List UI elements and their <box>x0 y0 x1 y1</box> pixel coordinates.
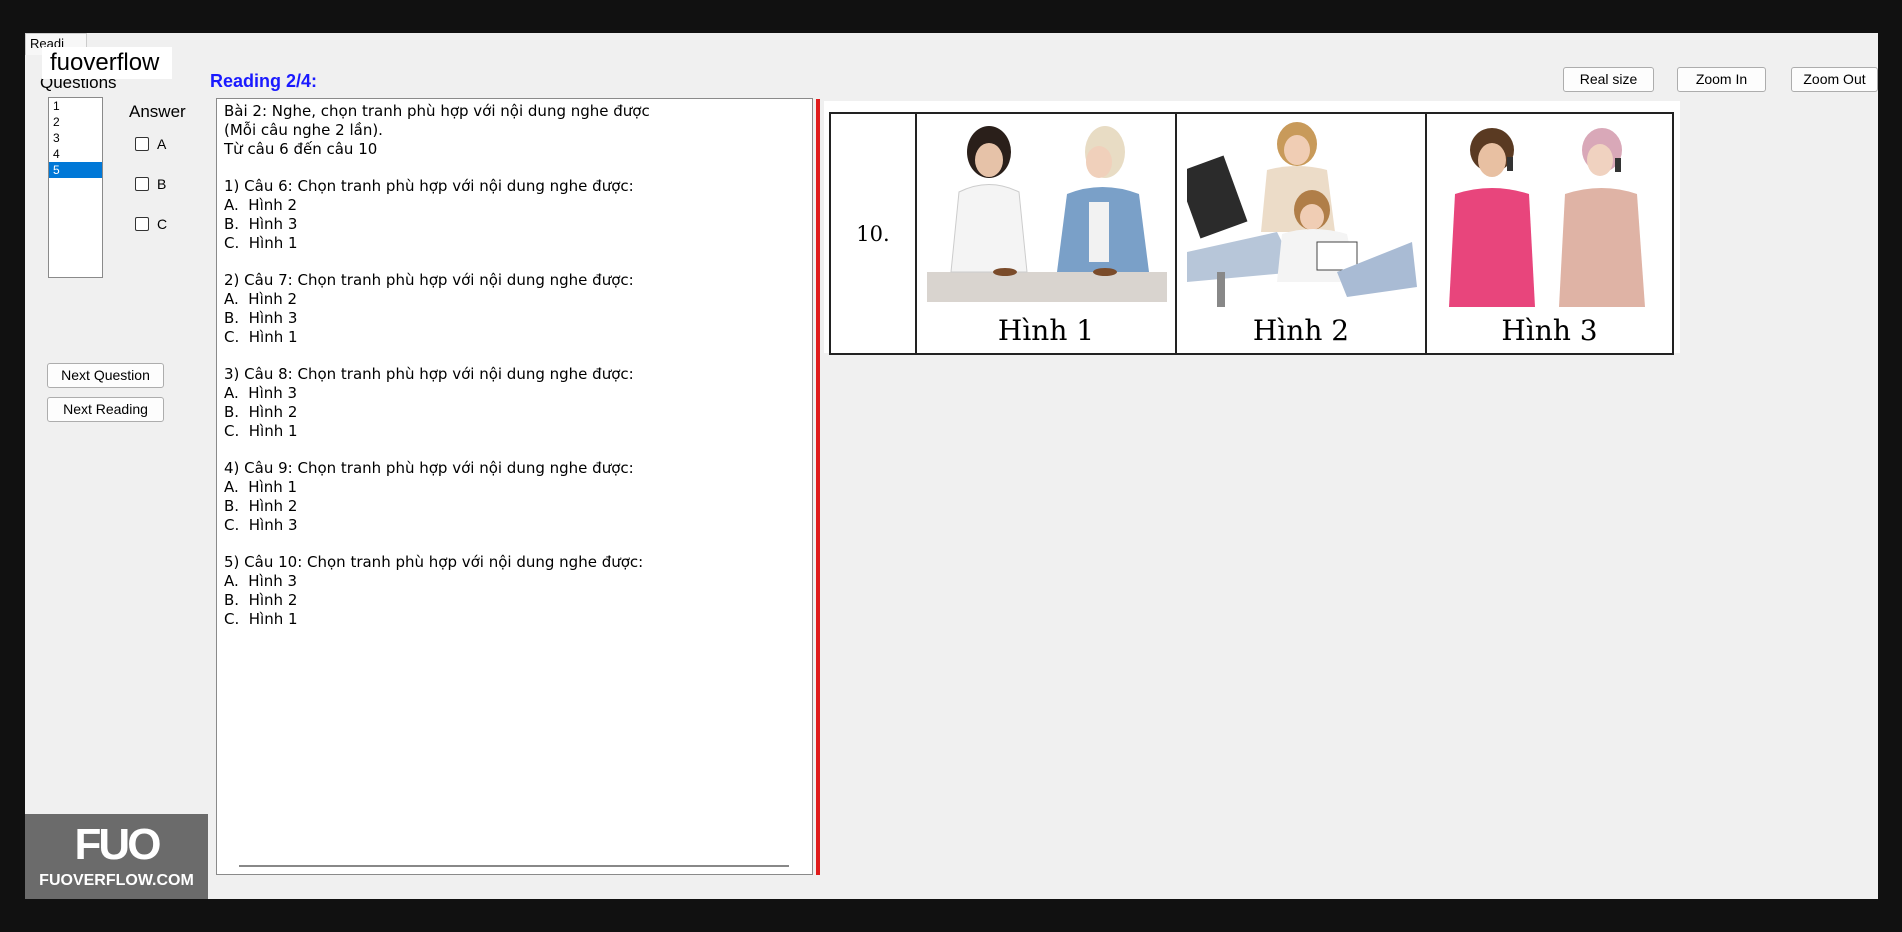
checkbox-b[interactable] <box>135 177 149 191</box>
text-line: C. Hình 1 <box>224 327 298 346</box>
picture-1-image <box>927 122 1167 312</box>
text-line <box>217 252 812 271</box>
text-line: A. Hình 1 <box>224 477 298 496</box>
question-text-content: Bài 2: Nghe, chọn tranh phù hợp với nội … <box>217 99 812 628</box>
next-reading-button[interactable]: Next Reading <box>47 397 164 422</box>
text-line: 2) Câu 7: Chọn tranh phù hợp với nội dun… <box>224 271 634 290</box>
text-line: B. Hình 2 <box>224 402 298 421</box>
question-list-item-selected[interactable]: 5 <box>49 162 102 178</box>
question-list-item[interactable]: 1 <box>49 98 102 114</box>
question-list-item[interactable]: 4 <box>49 146 102 162</box>
text-line: B. Hình 2 <box>224 590 298 609</box>
text-line: C. Hình 1 <box>224 421 298 440</box>
answer-option-label: A <box>157 136 167 152</box>
picture-caption-2: Hình 2 <box>1252 314 1350 347</box>
picture-caption-3: Hình 3 <box>1501 314 1598 347</box>
text-line: (Mỗi câu nghe 2 lần). <box>224 120 383 139</box>
fuoverflow-logo: FUO FUOVERFLOW.COM <box>25 814 208 899</box>
text-line: 3) Câu 8: Chọn tranh phù hợp với nội dun… <box>224 365 634 384</box>
text-line: 5) Câu 10: Chọn tranh phù hợp với nội du… <box>224 553 644 572</box>
text-line: C. Hình 3 <box>224 515 298 534</box>
text-line <box>217 534 812 553</box>
text-line <box>217 346 812 365</box>
reading-title: Reading 2/4: <box>210 71 318 91</box>
watermark: fuoverflow <box>42 47 172 79</box>
text-line: A. Hình 3 <box>224 571 298 590</box>
picture-cell-2: Hình 2 <box>1177 114 1427 353</box>
question-list-item[interactable]: 3 <box>49 130 102 146</box>
answer-option-a[interactable]: A <box>135 136 166 152</box>
real-size-button[interactable]: Real size <box>1563 67 1654 92</box>
answer-label: Answer <box>129 102 186 121</box>
text-line: A. Hình 3 <box>224 383 298 402</box>
app-window: Readi Questions fuoverflow Reading 2/4: … <box>25 33 1878 899</box>
picture-table: 10. Hình 1 Hình 2 Hình 3 <box>829 112 1674 355</box>
text-line: B. Hình 3 <box>224 214 298 233</box>
checkbox-c[interactable] <box>135 217 149 231</box>
checkbox-a[interactable] <box>135 137 149 151</box>
text-line: C. Hình 1 <box>224 233 298 252</box>
panel-divider[interactable] <box>816 99 820 875</box>
logo-mark: FUO <box>74 820 162 869</box>
picture-cell-3: Hình 3 <box>1427 114 1672 353</box>
status-bar <box>25 875 1878 899</box>
answer-option-label: B <box>157 176 167 192</box>
picture-caption-1: Hình 1 <box>997 314 1095 347</box>
next-question-button[interactable]: Next Question <box>47 363 164 388</box>
zoom-out-button[interactable]: Zoom Out <box>1791 67 1878 92</box>
text-line: A. Hình 2 <box>224 289 298 308</box>
picture-3-image <box>1437 122 1662 312</box>
text-line: A. Hình 2 <box>224 195 298 214</box>
answer-option-c[interactable]: C <box>135 216 167 232</box>
text-line: 4) Câu 9: Chọn tranh phù hợp với nội dun… <box>224 459 634 478</box>
logo-site-name: FUOVERFLOW.COM <box>39 872 194 889</box>
text-line <box>217 158 812 177</box>
text-line <box>217 440 812 459</box>
question-text-box[interactable]: Bài 2: Nghe, chọn tranh phù hợp với nội … <box>216 98 813 875</box>
text-line: Bài 2: Nghe, chọn tranh phù hợp với nội … <box>224 102 650 120</box>
text-line: B. Hình 3 <box>224 308 298 327</box>
text-line: B. Hình 2 <box>224 496 298 515</box>
answer-option-label: C <box>157 216 168 232</box>
zoom-in-button[interactable]: Zoom In <box>1677 67 1766 92</box>
horizontal-scrollbar[interactable] <box>239 865 789 867</box>
text-line: 1) Câu 6: Chọn tranh phù hợp với nội dun… <box>224 177 634 196</box>
text-line: Từ câu 6 đến câu 10 <box>224 139 378 158</box>
answer-option-b[interactable]: B <box>135 176 166 192</box>
picture-cell-1: Hình 1 <box>917 114 1177 353</box>
text-line: C. Hình 1 <box>224 609 298 628</box>
picture-2-image <box>1187 122 1417 312</box>
question-list[interactable]: 1 2 3 4 5 <box>48 97 103 278</box>
question-list-item[interactable]: 2 <box>49 114 102 130</box>
image-viewer[interactable]: 10. Hình 1 Hình 2 Hình 3 <box>824 101 1680 355</box>
question-number-cell: 10. <box>831 114 917 353</box>
